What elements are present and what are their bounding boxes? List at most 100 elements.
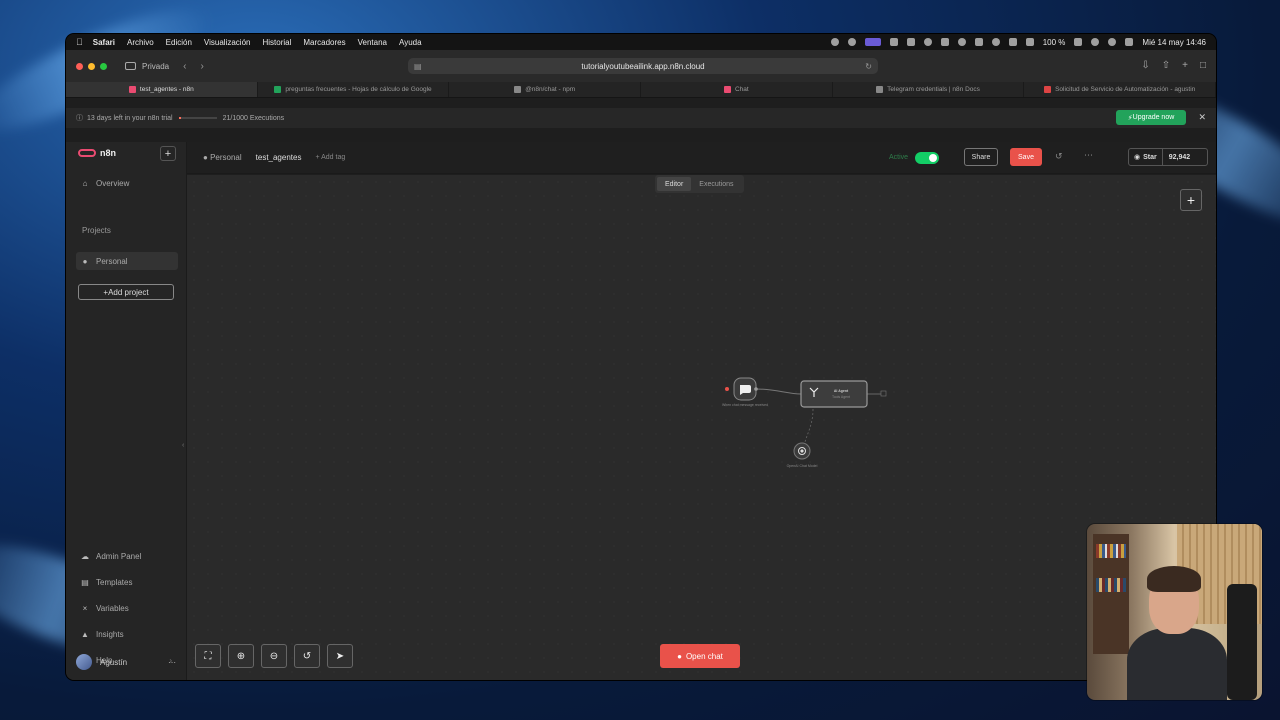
menu-edicion[interactable]: Edición xyxy=(166,38,192,47)
apple-icon[interactable]:  xyxy=(76,37,83,47)
menu-ventana[interactable]: Ventana xyxy=(358,38,387,47)
status-icon[interactable] xyxy=(957,38,966,46)
active-toggle[interactable] xyxy=(915,152,939,164)
control-center-icon[interactable] xyxy=(1125,38,1134,46)
forward-icon[interactable]: › xyxy=(200,61,203,72)
create-new-button[interactable]: + xyxy=(160,146,176,161)
menu-historial[interactable]: Historial xyxy=(262,38,291,47)
settings-icon[interactable] xyxy=(923,38,932,46)
home-icon: ⌂ xyxy=(82,178,88,188)
share-button[interactable]: Share xyxy=(964,148,998,166)
sidebar-item-personal[interactable]: ● Personal xyxy=(76,252,178,270)
tab-overview-icon[interactable]: □ xyxy=(1200,60,1206,71)
new-tab-icon[interactable]: + xyxy=(1182,60,1188,71)
chrome-icon[interactable] xyxy=(847,38,856,46)
browser-tabs: test_agentes - n8n preguntas frecuentes … xyxy=(66,82,1216,98)
tidy-up-button[interactable]: ➤ xyxy=(327,644,353,668)
status-icon[interactable] xyxy=(940,38,949,46)
add-tag-link[interactable]: + Add tag xyxy=(315,154,345,161)
workflow-name[interactable]: test_agentes xyxy=(256,153,302,162)
sidebar-item-overview[interactable]: ⌂ Overview xyxy=(76,174,178,192)
zoom-controls: ⛶ ⊕ ⊖ ↺ ➤ xyxy=(195,644,353,668)
url-text: tutorialyoutubeailink.app.n8n.cloud xyxy=(581,61,705,71)
bluetooth-icon[interactable] xyxy=(1025,38,1034,46)
github-icon: ◉ xyxy=(1134,154,1141,161)
reset-zoom-button[interactable]: ↺ xyxy=(294,644,320,668)
battery-percent[interactable]: 100 % xyxy=(1043,38,1066,47)
menu-app-name[interactable]: Safari xyxy=(93,38,115,47)
menu-marcadores[interactable]: Marcadores xyxy=(303,38,345,47)
menu-ayuda[interactable]: Ayuda xyxy=(399,38,422,47)
volume-icon[interactable] xyxy=(1008,38,1017,46)
status-icon[interactable] xyxy=(906,38,915,46)
chat-favicon-icon xyxy=(723,86,731,93)
history-icon[interactable]: ↺ xyxy=(1055,151,1063,162)
user-menu[interactable]: Agustín ⋯ xyxy=(76,654,176,670)
tab-n8n-docs[interactable]: Telegram credentials | n8n Docs xyxy=(833,82,1025,97)
zoom-out-button[interactable]: ⊖ xyxy=(261,644,287,668)
npm-favicon-icon xyxy=(514,86,522,93)
url-bar[interactable]: ▤ tutorialyoutubeailink.app.n8n.cloud ↻ xyxy=(408,58,878,74)
display-icon[interactable] xyxy=(974,38,983,46)
add-project-button[interactable]: + Add project xyxy=(78,284,174,300)
tab-npm[interactable]: @n8n/chat - npm xyxy=(449,82,642,97)
tab-google-sheets[interactable]: preguntas frecuentes - Hojas de cálculo … xyxy=(258,82,450,97)
workflow-canvas[interactable]: Editor Executions + When chat message re… xyxy=(187,175,1216,680)
sidebar-toggle-icon[interactable] xyxy=(125,62,136,70)
fit-view-button[interactable]: ⛶ xyxy=(195,644,221,668)
close-window-button[interactable] xyxy=(76,62,83,70)
sidebar-item-templates[interactable]: ▤ Templates xyxy=(76,573,178,591)
menu-visualizacion[interactable]: Visualización xyxy=(204,38,251,47)
status-icon[interactable] xyxy=(830,38,839,46)
bookshelf xyxy=(1093,534,1129,654)
zoom-in-button[interactable]: ⊕ xyxy=(228,644,254,668)
tab-chat[interactable]: Chat xyxy=(641,82,833,97)
variables-icon: × xyxy=(82,603,88,613)
executions-text: 21/1000 Executions xyxy=(222,114,285,122)
connection-trigger-agent xyxy=(755,388,802,395)
sidebar-item-insights[interactable]: ▲ Insights xyxy=(76,625,178,643)
active-label: Active xyxy=(889,154,909,161)
sidebar-item-admin-panel[interactable]: ☁ Admin Panel xyxy=(76,547,178,565)
github-star: ◉ Star xyxy=(1129,149,1163,165)
github-star-button[interactable]: ◉ Star 92,942 xyxy=(1128,148,1208,166)
upgrade-button[interactable]: ⚡ Upgrade now xyxy=(1116,110,1186,125)
menu-archivo[interactable]: Archivo xyxy=(127,38,154,47)
n8n-logo-icon xyxy=(78,149,96,157)
battery-icon[interactable] xyxy=(1074,38,1083,46)
back-icon[interactable]: ‹ xyxy=(183,61,186,72)
downloads-icon[interactable]: ⇩ xyxy=(1141,60,1149,71)
n8n-logo[interactable]: n8n xyxy=(78,148,116,158)
user-icon: ● xyxy=(82,256,88,266)
tab-n8n[interactable]: test_agentes - n8n xyxy=(66,82,258,97)
safari-toolbar: Privada ‹ › ▤ tutorialyoutubeailink.app.… xyxy=(66,50,1216,82)
sheets-favicon-icon xyxy=(274,86,282,93)
close-banner-icon[interactable]: ✕ xyxy=(1198,112,1206,123)
sidebar-item-variables[interactable]: × Variables xyxy=(76,599,178,617)
open-chat-button[interactable]: ● Open chat xyxy=(660,644,740,668)
minimize-window-button[interactable] xyxy=(88,62,95,70)
reload-icon[interactable]: ↻ xyxy=(865,62,872,71)
tab-gmail[interactable]: Solicitud de Servicio de Automatización … xyxy=(1024,82,1216,97)
wifi-icon[interactable] xyxy=(1091,38,1100,46)
save-button[interactable]: Save xyxy=(1010,148,1042,166)
search-icon[interactable] xyxy=(1108,38,1117,46)
moon-icon[interactable] xyxy=(991,38,1000,46)
window-controls xyxy=(76,62,107,70)
chair xyxy=(1227,584,1257,700)
projects-label: Projects xyxy=(82,226,111,235)
screen-share-icon[interactable] xyxy=(864,38,881,46)
more-options-icon[interactable]: ⋯ xyxy=(1084,150,1093,161)
share-icon[interactable]: ⇧ xyxy=(1162,60,1170,71)
page-settings-icon[interactable]: ▤ xyxy=(414,62,422,71)
info-icon: ⓘ xyxy=(76,115,83,122)
zoom-window-button[interactable] xyxy=(100,62,107,70)
n8n-favicon-icon xyxy=(128,86,136,93)
breadcrumb-project[interactable]: ● Personal xyxy=(203,153,242,162)
status-icon[interactable] xyxy=(889,38,898,46)
person-body xyxy=(1127,628,1227,700)
trial-text: 13 days left in your n8n trial xyxy=(87,114,173,122)
toggle-knob xyxy=(929,154,937,162)
more-icon[interactable]: ⋯ xyxy=(168,658,176,667)
menubar-clock[interactable]: Mié 14 may 14:46 xyxy=(1142,38,1206,47)
